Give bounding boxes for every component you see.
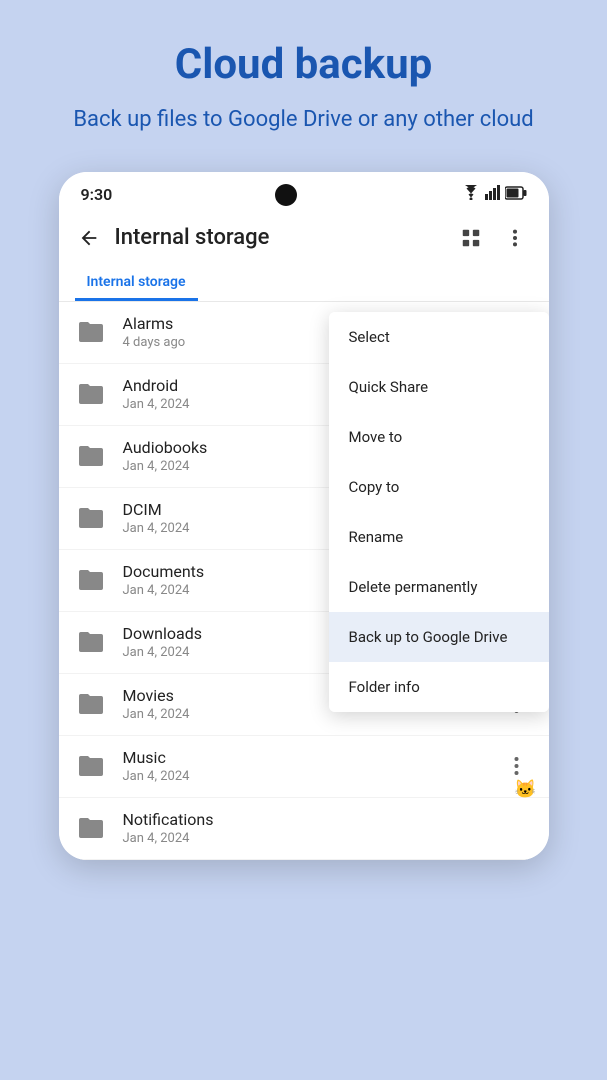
overflow-menu-button[interactable] — [497, 220, 533, 256]
list-item: Notifications Jan 4, 2024 — [59, 798, 549, 860]
status-icons — [461, 185, 527, 204]
menu-item-move-to[interactable]: Move to — [329, 412, 549, 462]
back-button[interactable] — [71, 220, 107, 256]
folder-icon — [75, 626, 107, 658]
menu-item-folder-info[interactable]: Folder info — [329, 662, 549, 712]
wifi-icon — [461, 185, 481, 204]
menu-item-select[interactable]: Select — [329, 312, 549, 362]
battery-icon — [505, 185, 527, 204]
menu-item-delete[interactable]: Delete permanently — [329, 562, 549, 612]
file-list: Alarms 4 days ago Android Jan 4, 2024 Au… — [59, 302, 549, 860]
folder-icon — [75, 812, 107, 844]
folder-icon — [75, 502, 107, 534]
folder-icon — [75, 688, 107, 720]
overflow-button[interactable]: 🐱 — [501, 750, 533, 782]
folder-icon — [75, 378, 107, 410]
list-item: Downloads Jan 4, 2024 Select Quick Share… — [59, 612, 549, 674]
file-name: Notifications — [123, 810, 533, 829]
list-item: Music Jan 4, 2024 🐱 — [59, 736, 549, 798]
app-bar-actions — [453, 220, 533, 256]
menu-item-rename[interactable]: Rename — [329, 512, 549, 562]
camera-pill — [275, 184, 297, 206]
grid-view-button[interactable] — [453, 220, 489, 256]
tab-bar: Internal storage — [59, 264, 549, 302]
menu-item-backup[interactable]: Back up to Google Drive — [329, 612, 549, 662]
context-menu: Select Quick Share Move to Copy to Renam… — [329, 312, 549, 712]
app-bar: Internal storage — [59, 212, 549, 264]
status-time: 9:30 — [81, 185, 113, 204]
page-title: Cloud backup — [175, 40, 432, 89]
page-subtitle: Back up files to Google Drive or any oth… — [33, 105, 573, 136]
menu-item-quick-share[interactable]: Quick Share — [329, 362, 549, 412]
file-name: Music — [123, 748, 501, 767]
app-bar-title: Internal storage — [115, 225, 453, 250]
folder-icon — [75, 564, 107, 596]
menu-item-copy-to[interactable]: Copy to — [329, 462, 549, 512]
file-info: Notifications Jan 4, 2024 — [123, 810, 533, 846]
signal-icon — [485, 185, 501, 204]
file-date: Jan 4, 2024 — [123, 831, 533, 846]
status-bar: 9:30 — [59, 172, 549, 212]
folder-icon — [75, 750, 107, 782]
phone-frame: 9:30 — [59, 172, 549, 860]
folder-icon — [75, 440, 107, 472]
file-date: Jan 4, 2024 — [123, 769, 501, 784]
folder-icon — [75, 316, 107, 348]
tab-internal-storage[interactable]: Internal storage — [75, 264, 198, 301]
file-info: Music Jan 4, 2024 — [123, 748, 501, 784]
